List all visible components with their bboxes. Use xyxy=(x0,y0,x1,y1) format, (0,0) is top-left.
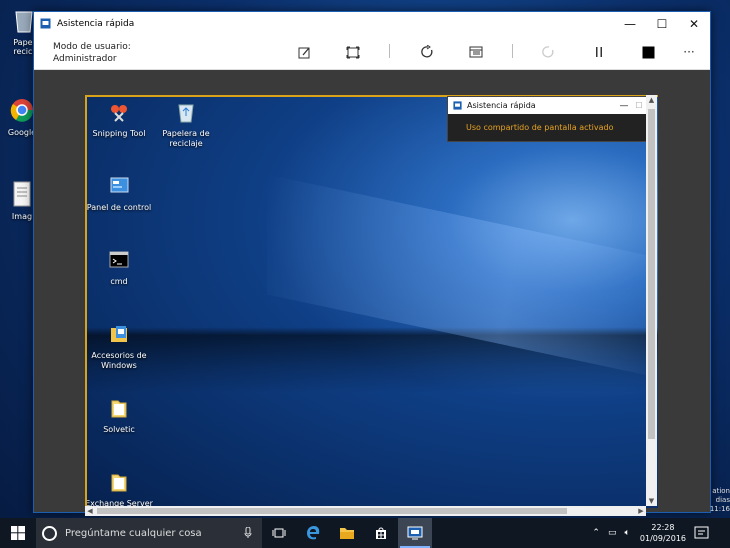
remote-icon-exchange-server[interactable]: Exchange Server xyxy=(87,471,154,508)
toolbar: Modo de usuario: Administrador ··· xyxy=(34,35,710,70)
remote-desktop[interactable]: Snipping Tool Papelera de reciclaje Pane… xyxy=(85,95,658,508)
remote-icon-solvetic[interactable]: Solvetic xyxy=(87,397,154,435)
pause-icon xyxy=(596,47,602,57)
taskbar: Pregúntame cualquier cosa ⌃ ▭ 🔈︎ 22:28 0… xyxy=(0,518,730,548)
task-view-icon xyxy=(272,528,286,538)
snipping-tool-icon xyxy=(111,105,127,122)
remote-icon-label: Panel de control xyxy=(86,203,152,212)
search-placeholder: Pregúntame cualquier cosa xyxy=(65,527,202,539)
remote-icon-label: Solvetic xyxy=(103,425,135,434)
title-bar: Asistencia rápida — ☐ ✕ xyxy=(34,12,710,35)
actual-size-icon xyxy=(346,46,360,58)
scroll-down-arrow-icon[interactable]: ▼ xyxy=(646,496,657,506)
desktop-edge-text: ation dias 11:16 xyxy=(706,487,730,514)
stop-icon xyxy=(642,46,654,58)
remote-icon-label: Papelera de reciclaje xyxy=(162,129,210,148)
windows-logo-icon xyxy=(11,526,25,540)
task-manager-icon xyxy=(469,46,483,58)
volume-icon[interactable]: 🔈︎ xyxy=(624,528,629,538)
remote-icon-control-panel[interactable]: Panel de control xyxy=(86,175,154,213)
remote-icon-recycle-bin[interactable]: Papelera de reciclaje xyxy=(151,101,221,149)
quick-assist-icon xyxy=(40,18,51,29)
user-mode-value: Administrador xyxy=(53,54,117,64)
minimize-button[interactable]: — xyxy=(614,12,646,35)
outer-desktop-label: Papel recicl xyxy=(13,38,35,56)
chevron-up-icon[interactable]: ⌃ xyxy=(592,528,600,538)
quick-assist-icon xyxy=(453,101,462,110)
quick-assist-taskbar-button[interactable] xyxy=(398,518,432,548)
remote-icon-label: cmd xyxy=(110,277,128,286)
edge-button[interactable] xyxy=(296,518,330,548)
popup-title: Asistencia rápida xyxy=(467,101,536,110)
clock-time: 22:28 xyxy=(651,523,675,532)
edge-text-line: dias xyxy=(715,496,730,504)
window-title: Asistencia rápida xyxy=(57,18,135,29)
user-mode-label: Modo de usuario: xyxy=(53,42,131,52)
folder-icon xyxy=(111,400,127,418)
chrome-icon xyxy=(10,99,34,122)
remote-icon-accessories[interactable]: Accesorios de Windows xyxy=(87,323,154,371)
system-tray: ⌃ ▭ 🔈︎ 22:28 01/09/2016 xyxy=(588,522,730,544)
remote-icon-label: Accesorios de Windows xyxy=(91,351,147,370)
edge-text-line: 11:16 xyxy=(709,505,730,513)
vertical-scroll-thumb[interactable] xyxy=(648,109,655,439)
pause-button[interactable] xyxy=(589,43,609,61)
scroll-left-arrow-icon[interactable]: ◀ xyxy=(85,506,95,516)
cmd-icon xyxy=(109,251,129,268)
remote-view: Snipping Tool Papelera de reciclaje Pane… xyxy=(34,70,710,516)
scroll-right-arrow-icon[interactable]: ▶ xyxy=(636,506,646,516)
maximize-button[interactable]: ☐ xyxy=(646,12,678,35)
outer-desktop-label: Google xyxy=(7,128,37,137)
restart-button[interactable] xyxy=(417,43,437,61)
popup-message: Uso compartido de pantalla activado xyxy=(466,123,614,132)
restart-icon xyxy=(421,45,433,58)
vertical-scrollbar[interactable]: ▲ ▼ xyxy=(646,95,657,506)
accessories-folder-icon xyxy=(111,326,127,342)
scroll-up-arrow-icon[interactable]: ▲ xyxy=(646,95,657,105)
remote-icon-label: Snipping Tool xyxy=(92,129,146,138)
annotate-icon xyxy=(298,47,309,58)
horizontal-scroll-thumb[interactable] xyxy=(97,508,567,514)
document-icon xyxy=(13,181,31,207)
stop-button[interactable] xyxy=(638,43,658,61)
clock-date: 01/09/2016 xyxy=(639,534,686,543)
search-box[interactable]: Pregúntame cualquier cosa xyxy=(36,518,262,548)
reconnect-icon xyxy=(542,46,554,58)
remote-icon-snipping-tool[interactable]: Snipping Tool xyxy=(87,101,154,139)
popup-minimize-button[interactable]: — xyxy=(616,101,632,111)
file-explorer-icon xyxy=(340,528,354,539)
actual-size-button[interactable] xyxy=(343,43,363,61)
clock[interactable]: 22:28 01/09/2016 xyxy=(640,522,686,544)
store-button[interactable] xyxy=(364,518,398,548)
edge-icon xyxy=(307,526,320,540)
horizontal-scrollbar[interactable]: ◀ ▶ xyxy=(85,506,646,516)
start-button[interactable] xyxy=(0,518,36,548)
store-icon xyxy=(376,527,386,539)
recycle-bin-icon xyxy=(178,104,194,123)
folder-icon xyxy=(111,474,127,492)
notification-popup: Asistencia rápida — ☐ Uso compartido de … xyxy=(447,96,647,142)
outer-desktop-label: Imag xyxy=(11,212,33,221)
action-center-icon[interactable] xyxy=(692,523,712,543)
reconnect-button[interactable] xyxy=(538,43,558,61)
task-manager-button[interactable] xyxy=(466,43,486,61)
popup-maximize-button[interactable]: ☐ xyxy=(632,101,646,110)
more-button[interactable]: ··· xyxy=(679,43,699,61)
task-view-button[interactable] xyxy=(262,518,296,548)
quick-assist-window: Asistencia rápida — ☐ ✕ Modo de usuario:… xyxy=(33,11,711,516)
network-icon[interactable]: ▭ xyxy=(608,528,617,538)
cortana-icon xyxy=(42,525,57,541)
file-explorer-button[interactable] xyxy=(330,518,364,548)
remote-icon-cmd[interactable]: cmd xyxy=(87,249,154,287)
quick-assist-icon xyxy=(407,526,423,540)
edge-text-line: ation xyxy=(712,487,730,495)
microphone-icon[interactable] xyxy=(244,527,252,539)
user-mode: Modo de usuario: Administrador xyxy=(53,41,131,65)
control-panel-icon xyxy=(110,177,129,193)
close-button[interactable]: ✕ xyxy=(678,12,710,35)
annotate-button[interactable] xyxy=(294,43,314,61)
